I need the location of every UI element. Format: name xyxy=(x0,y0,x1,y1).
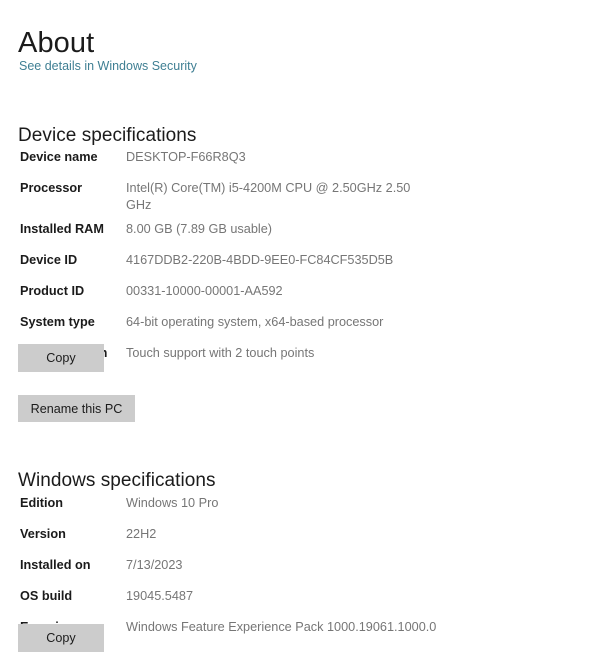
spec-value: DESKTOP-F66R8Q3 xyxy=(126,150,246,164)
windows-specifications-table: Edition Windows 10 Pro Version 22H2 Inst… xyxy=(0,495,600,643)
about-settings-page: About See details in Windows Security De… xyxy=(0,0,600,652)
spec-label: Installed on xyxy=(20,558,91,572)
table-row: Installed on 7/13/2023 xyxy=(0,557,600,581)
spec-label: Edition xyxy=(20,496,63,510)
spec-label: OS build xyxy=(20,589,73,603)
spec-label: System type xyxy=(20,315,95,329)
page-title: About xyxy=(18,27,95,60)
table-row: Version 22H2 xyxy=(0,526,600,550)
spec-label: Device ID xyxy=(20,253,78,267)
spec-value: 19045.5487 xyxy=(126,589,194,603)
device-specifications-table: Device name DESKTOP-F66R8Q3 Processor In… xyxy=(0,149,600,369)
spec-label: Version xyxy=(20,527,66,541)
spec-label: Processor xyxy=(20,181,83,195)
spec-label: Device name xyxy=(20,150,98,164)
table-row: Device name DESKTOP-F66R8Q3 xyxy=(0,149,600,173)
table-row: Edition Windows 10 Pro xyxy=(0,495,600,519)
table-row: Device ID 4167DDB2-220B-4BDD-9EE0-FC84CF… xyxy=(0,252,600,276)
copy-windows-specifications-button[interactable]: Copy xyxy=(18,624,104,652)
windows-specifications-heading: Windows specifications xyxy=(18,469,216,491)
spec-value: Intel(R) Core(TM) i5-4200M CPU @ 2.50GHz… xyxy=(126,181,411,212)
spec-value: 8.00 GB (7.89 GB usable) xyxy=(126,222,272,236)
spec-label: Installed RAM xyxy=(20,222,104,236)
spec-value: 00331-10000-00001-AA592 xyxy=(126,284,283,298)
spec-value: 22H2 xyxy=(126,527,157,541)
see-details-in-windows-security-link[interactable]: See details in Windows Security xyxy=(19,58,197,74)
spec-value: 64-bit operating system, x64-based proce… xyxy=(126,315,384,329)
spec-value: 4167DDB2-220B-4BDD-9EE0-FC84CF535D5B xyxy=(126,253,394,267)
device-specifications-heading: Device specifications xyxy=(18,124,197,146)
spec-value: Windows 10 Pro xyxy=(126,496,219,510)
spec-value: Windows Feature Experience Pack 1000.190… xyxy=(126,620,437,634)
table-row: Processor Intel(R) Core(TM) i5-4200M CPU… xyxy=(0,180,600,214)
spec-label: Product ID xyxy=(20,284,85,298)
table-row: System type 64-bit operating system, x64… xyxy=(0,314,600,338)
rename-this-pc-button[interactable]: Rename this PC xyxy=(18,395,135,422)
spec-value: 7/13/2023 xyxy=(126,558,183,572)
table-row: Installed RAM 8.00 GB (7.89 GB usable) xyxy=(0,221,600,245)
table-row: Product ID 00331-10000-00001-AA592 xyxy=(0,283,600,307)
table-row: OS build 19045.5487 xyxy=(0,588,600,612)
copy-device-specifications-button[interactable]: Copy xyxy=(18,344,104,372)
spec-value: Touch support with 2 touch points xyxy=(126,346,315,360)
